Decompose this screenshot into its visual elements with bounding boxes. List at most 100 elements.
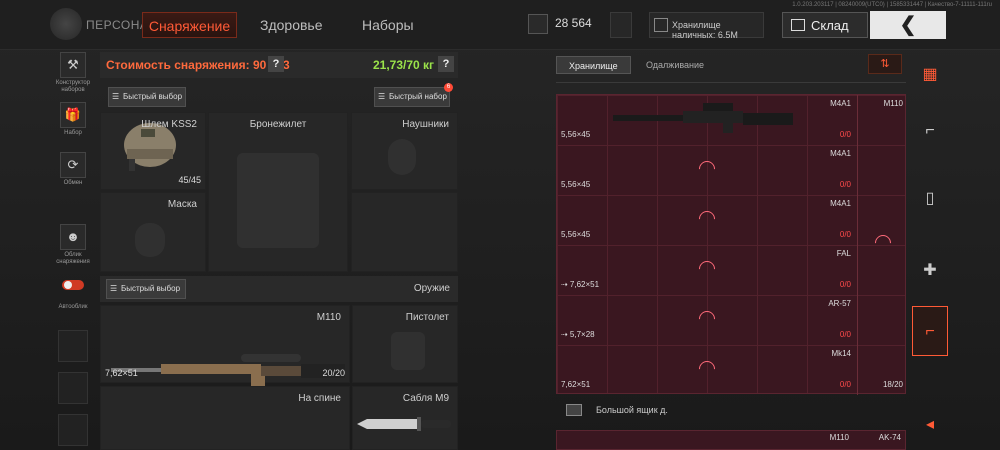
warehouse-icon: [791, 19, 805, 31]
headphones-label: Наушники: [402, 119, 449, 130]
cash-icon: [654, 18, 668, 32]
primary-weapon-ammo: 20/20: [322, 368, 345, 378]
magazine-icon[interactable]: ▯: [912, 174, 948, 224]
stash-item-name: M4A1: [830, 149, 851, 158]
cash-storage[interactable]: Хранилище наличных: 6.5M: [649, 12, 764, 40]
empty-equipment-slot[interactable]: [351, 192, 458, 272]
build-info: 1.0.203.203117 | 08240009(UTC0) | 158533…: [792, 2, 992, 8]
toggle-icon: [62, 280, 84, 290]
kit-builder-button[interactable]: ⚒ Конструктор наборов: [55, 52, 91, 94]
character-logo-icon: [50, 8, 82, 40]
stash-item-caliber: ⇢ 7,62×51: [561, 280, 600, 289]
set-button[interactable]: 🎁 Набор: [55, 102, 91, 137]
value-help-button[interactable]: ?: [268, 56, 284, 72]
loading-icon: [695, 257, 719, 281]
quick-set-button[interactable]: Быстрый набор 6: [374, 83, 453, 107]
stash-item-name: M4A1: [830, 199, 851, 208]
helmet-durability: 45/45: [178, 175, 201, 185]
stash-button-label: Склад: [811, 18, 849, 33]
stash-item-name: M4A1: [830, 99, 851, 108]
tab-storage[interactable]: Хранилище: [556, 56, 631, 74]
loading-icon: [695, 307, 719, 331]
stash-item-ammo: 0/0: [839, 380, 851, 389]
stash-item[interactable]: M4A1 5,56×45 0/0: [557, 145, 907, 195]
weight-help-button[interactable]: ?: [438, 56, 454, 72]
equipment-skin-button[interactable]: ☻ Облик снаряжения: [55, 224, 91, 266]
stash-button[interactable]: Склад: [782, 12, 868, 38]
chevron-left-icon: ❮: [899, 14, 917, 36]
equipment-value-bar: Стоимость снаряжения: 90 313 ? 21,73/70 …: [100, 52, 458, 78]
kit-builder-label: Конструктор наборов: [55, 80, 91, 93]
mask-label: Маска: [167, 199, 197, 210]
grid-list-icon[interactable]: ▦: [912, 50, 948, 100]
stash-item-name: Mk14: [831, 349, 851, 358]
vest-slot[interactable]: Бронежилет: [208, 112, 348, 272]
rifle-icon: [613, 103, 793, 133]
loading-icon: [695, 357, 719, 381]
headphones-slot[interactable]: Наушники: [351, 112, 458, 190]
trader-icon[interactable]: [610, 12, 632, 38]
sort-icon[interactable]: ⇅: [868, 54, 902, 74]
stash-item[interactable]: FAL ⇢ 7,62×51 0/0: [557, 245, 907, 295]
exchange-button[interactable]: ⟳ Обмен: [55, 152, 91, 187]
tab-sets[interactable]: Наборы: [362, 12, 414, 38]
tab-loan[interactable]: Одалживание: [634, 56, 716, 74]
weapon-quick-select-button[interactable]: Быстрый выбор: [106, 279, 186, 299]
stash-item-caliber: 5,56×45: [561, 130, 591, 139]
exchange-icon: ⟳: [60, 152, 86, 178]
container-row[interactable]: Большой ящик д.: [556, 398, 906, 424]
stash-item-caliber: 5,56×45: [561, 180, 591, 189]
knife-name: Сабля M9: [402, 393, 449, 404]
set-label: Набор: [64, 130, 82, 136]
auto-skin-label: Автооблик: [58, 304, 88, 310]
pistol-label: Пистолет: [405, 312, 449, 323]
primary-weapon-slot[interactable]: M110 7,62×51 20/20: [100, 305, 350, 386]
empty-sidebar-slot: [58, 372, 88, 404]
quick-select-button[interactable]: Быстрый выбор: [108, 87, 186, 107]
loading-icon: [695, 207, 719, 231]
stash-item-ammo: 0/0: [839, 280, 851, 289]
medkit-icon[interactable]: ✚: [912, 246, 948, 296]
stash-item[interactable]: M4A1 M110 5,56×45 0/0: [557, 95, 907, 145]
back-button[interactable]: ❮: [870, 11, 946, 39]
stash-item-name: AR-57: [828, 299, 851, 308]
equipment-skin-label: Облик снаряжения: [56, 252, 90, 265]
stash-item-ammo: 0/0: [839, 180, 851, 189]
stash-grid[interactable]: M4A1 M110 5,56×45 0/0 M4A1 5,56×45 0/0 M…: [556, 94, 907, 395]
assault-rifle-icon[interactable]: ⌐: [912, 106, 948, 156]
helmet-skin-icon: ☻: [60, 224, 86, 250]
equipment-value: Стоимость снаряжения: 90 313: [106, 58, 290, 72]
knife-icon: [357, 417, 451, 431]
exchange-label: Обмен: [63, 180, 83, 186]
stash-item[interactable]: AR-57 ⇢ 5,7×28 0/0: [557, 295, 907, 345]
stash-item[interactable]: Mk14 7,62×51 0/0 18/20: [557, 345, 907, 395]
auto-skin-toggle[interactable]: Автооблик: [55, 272, 91, 311]
pistol-icon: [391, 332, 425, 370]
helmet-slot[interactable]: Шлем KSS2 45/45: [100, 112, 206, 190]
category-bar: ▦ ⌐ ▯ ✚ ⌐ ◂: [912, 50, 948, 450]
melee-slot[interactable]: Сабля M9: [352, 386, 458, 450]
stash-item-ammo: 0/0: [839, 330, 851, 339]
tab-health[interactable]: Здоровье: [260, 12, 323, 38]
tab-equipment[interactable]: Снаряжение: [142, 12, 237, 38]
loading-icon: [695, 157, 719, 181]
primary-weapon-name: M110: [316, 312, 341, 323]
helmet-name: Шлем KSS2: [141, 119, 197, 130]
weapon-active-icon[interactable]: ⌐: [912, 306, 948, 356]
cash-storage-label: Хранилище наличных: 6.5M: [672, 20, 738, 40]
stash-tabs: Хранилище Одалживание: [556, 56, 906, 78]
stash-item-name: M110: [829, 433, 849, 442]
container-grid[interactable]: M110 AK-74: [556, 430, 906, 450]
stash-item[interactable]: M4A1 5,56×45 0/0: [557, 195, 907, 255]
back-slot-label: На спине: [298, 393, 341, 404]
pistol-slot[interactable]: Пистолет: [352, 305, 458, 383]
arrow-left-icon[interactable]: ◂: [912, 400, 948, 450]
back-weapon-slot[interactable]: На спине: [100, 386, 350, 450]
quick-set-badge: 6: [444, 83, 453, 92]
money-amount: 28 564: [555, 16, 592, 30]
vest-icon: [237, 153, 319, 248]
kit-builder-icon: ⚒: [60, 52, 86, 78]
stash-item-ammo: 0/0: [839, 130, 851, 139]
mask-slot[interactable]: Маска: [100, 192, 206, 272]
stash-item-name: AK-74: [878, 433, 901, 442]
